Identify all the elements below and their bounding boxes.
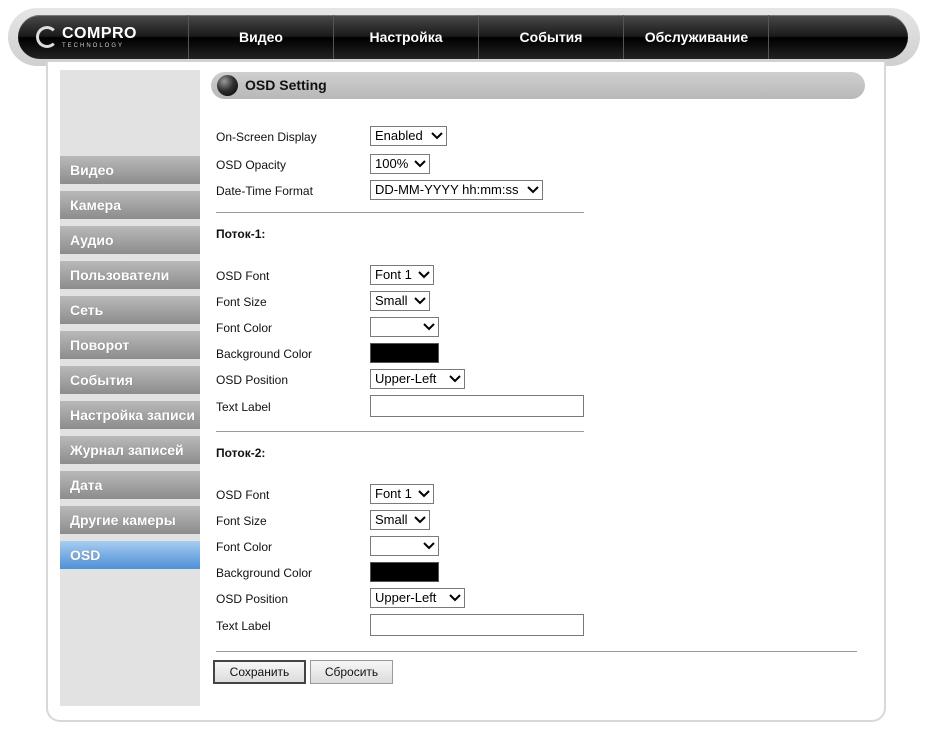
chevron-down-icon (418, 490, 430, 498)
stream-1-font-select[interactable]: Font 1 (370, 265, 434, 285)
stream-2-size-value: Small (375, 512, 408, 527)
stream-1-size-label: Font Size (216, 295, 267, 309)
sidebar: Видео Камера Аудио Пользователи Сеть Пов… (60, 70, 200, 706)
stream-1-bg-label: Background Color (216, 347, 313, 361)
chevron-down-icon (527, 186, 539, 194)
chevron-down-icon (418, 271, 430, 279)
stream-2-font-label: OSD Font (216, 488, 270, 502)
sidebar-item-events[interactable]: События (60, 366, 200, 394)
sidebar-item-network[interactable]: Сеть (60, 296, 200, 324)
stream-1-text-label: Text Label (216, 400, 271, 414)
stream-1-title: Поток-1: (216, 227, 266, 241)
osd-enable-select[interactable]: Enabled (370, 126, 447, 146)
chevron-down-icon (431, 132, 443, 140)
stream-1-font-value: Font 1 (375, 267, 412, 282)
stream-2-text-input[interactable] (370, 614, 584, 636)
save-button[interactable]: Сохранить (213, 660, 306, 684)
sidebar-item-osd[interactable]: OSD (60, 541, 200, 569)
stream-1-size-value: Small (375, 293, 408, 308)
osd-opacity-label: OSD Opacity (216, 158, 287, 172)
stream-1-position-label: OSD Position (216, 373, 289, 387)
stream-1-position-value: Upper-Left (375, 371, 437, 386)
osd-opacity-select[interactable]: 100% (370, 154, 430, 174)
logo-sub-text: TECHNOLOGY (62, 42, 125, 49)
osd-enable-label: On-Screen Display (216, 130, 317, 144)
chevron-down-icon (423, 323, 435, 331)
top-navigation-bar: COMPRO TECHNOLOGY Видео Настройка Событи… (18, 15, 908, 59)
datetime-format-select[interactable]: DD-MM-YYYY hh:mm:ss (370, 180, 543, 200)
sidebar-item-record-log[interactable]: Журнал записей (60, 436, 200, 464)
stream-2-bg-color-swatch[interactable] (370, 562, 439, 582)
divider (216, 431, 584, 432)
stream-2-font-select[interactable]: Font 1 (370, 484, 434, 504)
stream-1-text-input[interactable] (370, 395, 584, 417)
stream-2-position-value: Upper-Left (375, 590, 437, 605)
chevron-down-icon (414, 297, 426, 305)
divider (216, 651, 857, 652)
stream-2-bg-label: Background Color (216, 566, 313, 580)
stream-2-color-label: Font Color (216, 540, 273, 554)
chevron-down-icon (449, 594, 461, 602)
logo-ring-icon (36, 26, 58, 48)
stream-2-position-label: OSD Position (216, 592, 289, 606)
chevron-down-icon (414, 516, 426, 524)
chevron-down-icon (423, 542, 435, 550)
chevron-down-icon (414, 160, 426, 168)
stream-2-size-select[interactable]: Small (370, 510, 430, 530)
sidebar-item-record-settings[interactable]: Настройка записи (60, 401, 200, 429)
divider (216, 212, 584, 213)
sidebar-item-other-cameras[interactable]: Другие камеры (60, 506, 200, 534)
stream-2-text-label: Text Label (216, 619, 271, 633)
reset-button[interactable]: Сбросить (310, 660, 393, 684)
nav-separator (768, 15, 769, 59)
sidebar-item-camera[interactable]: Камера (60, 191, 200, 219)
sidebar-item-audio[interactable]: Аудио (60, 226, 200, 254)
stream-2-font-value: Font 1 (375, 486, 412, 501)
stream-1-size-select[interactable]: Small (370, 291, 430, 311)
section-header: OSD Setting (211, 72, 865, 99)
page-title: OSD Setting (245, 77, 327, 93)
stream-1-color-select[interactable] (370, 317, 439, 337)
stream-1-font-label: OSD Font (216, 269, 270, 283)
nav-maintenance[interactable]: Обслуживание (623, 15, 769, 59)
nav-video[interactable]: Видео (188, 15, 333, 59)
stream-1-position-select[interactable]: Upper-Left (370, 369, 465, 389)
compro-logo: COMPRO TECHNOLOGY (36, 23, 137, 51)
sidebar-item-users[interactable]: Пользователи (60, 261, 200, 289)
stream-1-color-label: Font Color (216, 321, 273, 335)
stream-2-size-label: Font Size (216, 514, 267, 528)
stream-2-position-select[interactable]: Upper-Left (370, 588, 465, 608)
stream-2-color-select[interactable] (370, 536, 439, 556)
header-bullet-icon (217, 75, 238, 96)
sidebar-item-date[interactable]: Дата (60, 471, 200, 499)
chevron-down-icon (449, 375, 461, 383)
osd-opacity-value: 100% (375, 156, 409, 171)
datetime-format-value: DD-MM-YYYY hh:mm:ss (375, 182, 519, 197)
logo-main-text: COMPRO (62, 24, 137, 42)
nav-settings[interactable]: Настройка (333, 15, 478, 59)
stream-2-title: Поток-2: (216, 446, 266, 460)
sidebar-item-ptz[interactable]: Поворот (60, 331, 200, 359)
osd-enable-value: Enabled (375, 128, 423, 143)
nav-events[interactable]: События (478, 15, 623, 59)
sidebar-item-video[interactable]: Видео (60, 156, 200, 184)
stream-1-bg-color-swatch[interactable] (370, 343, 439, 363)
datetime-format-label: Date-Time Format (216, 184, 313, 198)
